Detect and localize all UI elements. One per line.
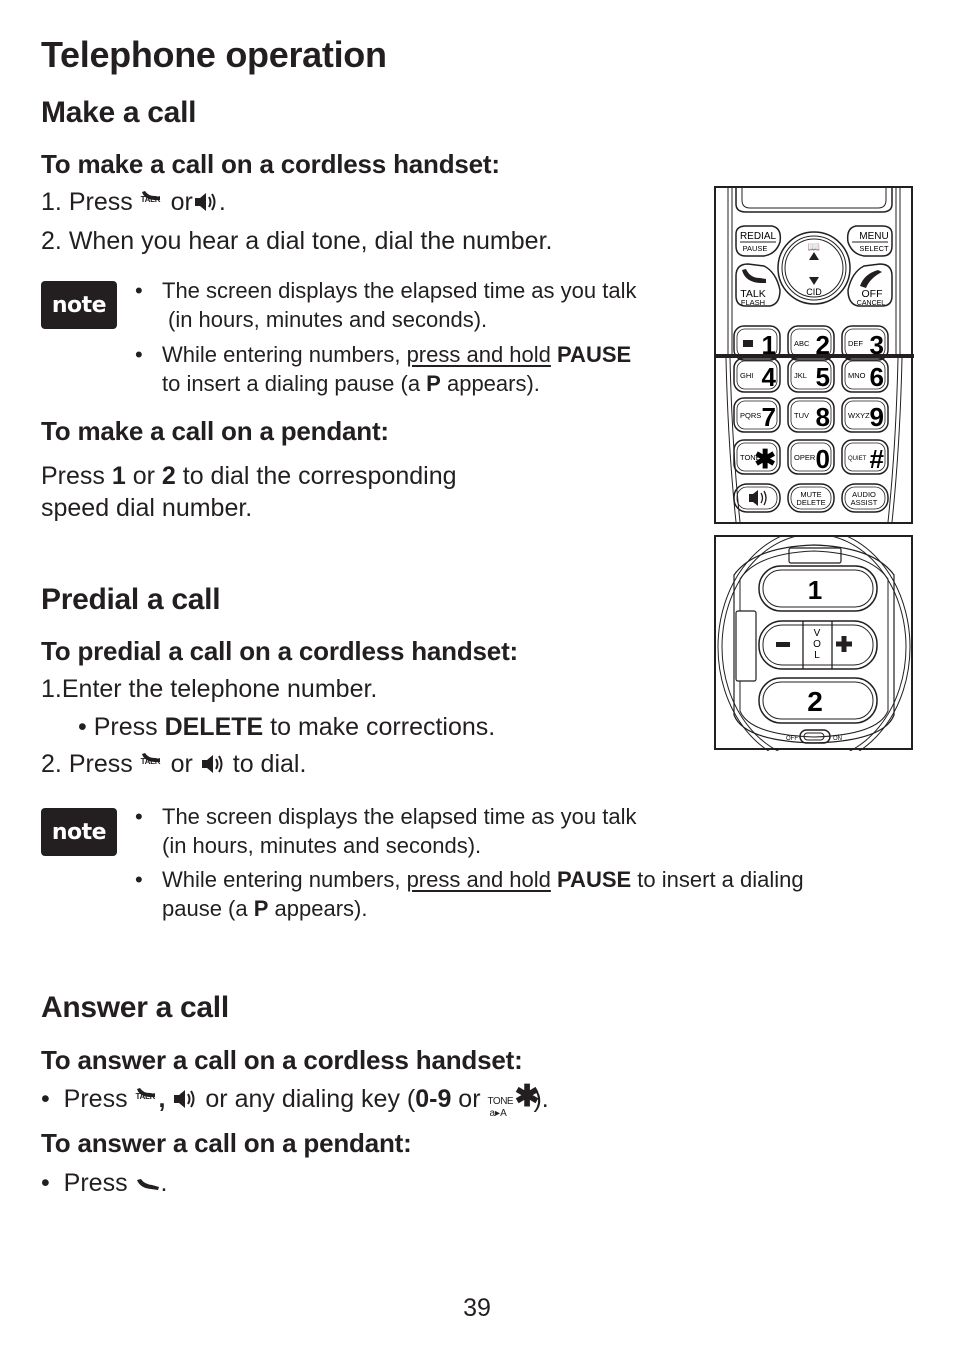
key-digit: 7 [762,402,776,432]
page-title: Telephone operation [41,34,387,75]
speaker-icon [172,1087,198,1117]
key-digit: 4 [762,362,777,392]
page-number: 39 [463,1294,491,1322]
key-letters: MNO [848,371,866,380]
key-digit: 3 [870,330,884,360]
talk-icon: TALK [135,1087,159,1111]
section-heading-predial: Predial a call [41,583,221,616]
svg-text:CID: CID [806,287,822,297]
key-digit: # [870,444,885,474]
voicemail-icon [743,340,753,347]
note-bullet-2: • While entering numbers, press and hold… [135,342,632,396]
subheading-make-call-pendant: To make a call on a pendant: [41,416,389,446]
key-digit: 5 [816,362,830,392]
step-text: Press [68,188,133,216]
svg-text:📖: 📖 [808,242,820,253]
svg-text:ON: ON [833,736,842,742]
svg-text:CANCEL: CANCEL [857,300,886,307]
talk-icon: TALK [140,190,164,214]
key-digit: 6 [870,362,884,392]
note-bullet-1: • The screen displays the elapsed time a… [135,804,637,858]
svg-text:DELETE: DELETE [796,498,825,507]
key-letters: WXYZ [848,411,870,420]
key-letters: ABC [794,339,810,348]
section-heading-make-call: Make a call [41,96,197,129]
note-make-call: • The screen displays the elapsed time a… [135,276,722,398]
talk-icon: TALK [140,752,164,776]
key-letters: PQRS [740,411,761,420]
handset-illustration: REDIAL PAUSE MENU SELECT 📖 CID TALK FLAS… [714,186,914,524]
note-predial: • The screen displays the elapsed time a… [135,802,922,923]
key-digit: ✱ [754,444,776,474]
note-bullet-2: • While entering numbers, press and hold… [135,867,804,921]
svg-text:2: 2 [807,686,823,717]
section-heading-answer: Answer a call [41,991,229,1024]
key-digit: 9 [870,402,884,432]
subheading-make-call-handset: To make a call on a cordless handset: [41,149,500,179]
svg-text:1: 1 [808,575,822,605]
step-number: 1. [41,188,62,216]
tone-star-icon: TONE a▸A ✱ [487,1080,540,1120]
volume-down-icon [776,642,790,647]
answer-handset-instruction: • Press TALK , or any dialing key (0-9 o… [41,1080,549,1120]
make-call-step-1: 1. Press TALK or. [41,187,226,220]
subheading-answer-pendant: To answer a call on a pendant: [41,1128,412,1158]
svg-text:SELECT: SELECT [859,244,889,253]
key-letters: TUV [794,411,809,420]
key-letters: GHI [740,371,753,380]
note-bullet-1: • The screen displays the elapsed time a… [135,278,637,332]
svg-text:OFF: OFF [862,288,883,300]
key-digit: 1 [762,330,776,360]
speaker-icon [193,190,219,220]
key-letters: OPER [794,453,816,462]
key-digit: 8 [816,402,830,432]
answer-pendant-instruction: • Press . [41,1168,167,1201]
key-letters: DEF [848,339,863,348]
subheading-predial-handset: To predial a call on a cordless handset: [41,636,518,666]
key-letters: JKL [794,371,807,380]
predial-substep: • Press DELETE to make corrections. [78,713,496,741]
speaker-icon [200,752,226,782]
note-badge: note [41,281,117,329]
svg-text:REDIAL: REDIAL [740,231,777,242]
pendant-illustration: 1 V O L 2 OFF ON [714,535,913,751]
phone-handset-icon [135,1171,161,1201]
key-digit: 2 [816,330,830,360]
key-letters: QUIET [848,456,867,462]
predial-step-1: 1.Enter the telephone number. [41,675,378,703]
svg-text:MENU: MENU [859,231,888,242]
svg-text:OFF: OFF [786,736,798,742]
make-call-step-2: 2. When you hear a dial tone, dial the n… [41,227,553,255]
svg-text:V: V [814,628,821,639]
key-digit: 0 [816,444,830,474]
subheading-answer-handset: To answer a call on a cordless handset: [41,1045,523,1075]
svg-text:ASSIST: ASSIST [851,498,878,507]
svg-text:O: O [813,639,821,650]
svg-text:FLASH: FLASH [741,298,765,307]
svg-text:L: L [814,650,820,661]
redial-pause-key: REDIAL PAUSE [735,225,782,257]
predial-step-2: 2. Press TALK or to dial. [41,749,306,782]
pendant-instructions: Press 1 or 2 to dial the corresponding s… [41,462,457,522]
svg-text:PAUSE: PAUSE [743,244,768,253]
note-badge: note [41,808,117,856]
